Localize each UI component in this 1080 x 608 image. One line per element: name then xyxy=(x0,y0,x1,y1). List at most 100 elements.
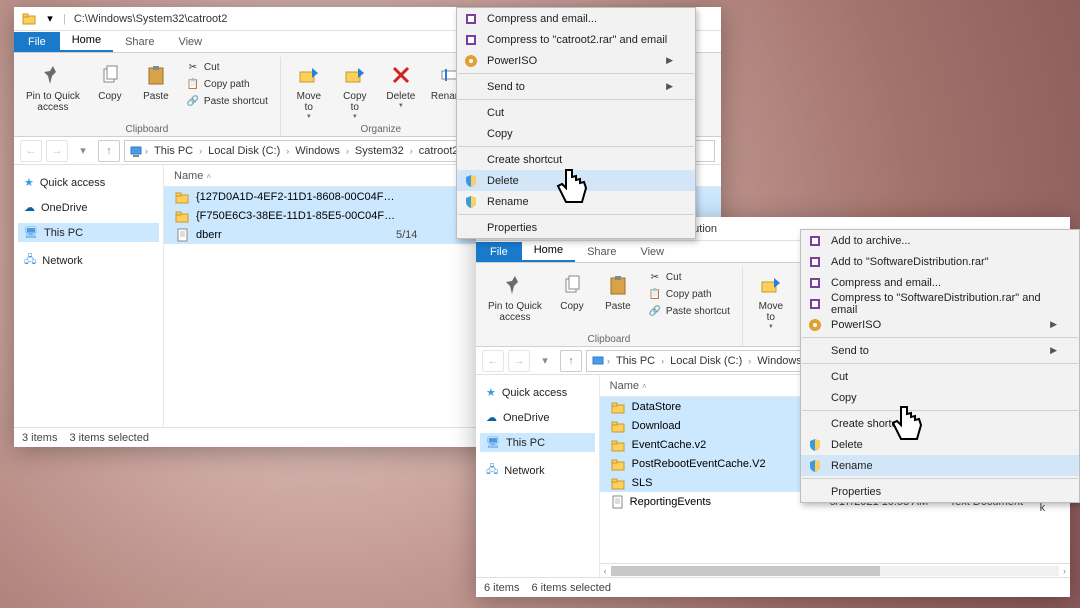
cut-button[interactable]: ✂Cut xyxy=(182,59,272,75)
file-name: {F750E6C3-38EE-11D1-85E5-00C04FC295... xyxy=(196,210,396,222)
menu-item[interactable]: Compress to "catroot2.rar" and email xyxy=(457,29,695,50)
forward-button[interactable]: → xyxy=(508,350,530,372)
shield-icon xyxy=(463,194,479,210)
rar-icon xyxy=(807,275,823,291)
shortcut-icon: 🔗 xyxy=(186,94,200,108)
menu-item[interactable]: Compress and email... xyxy=(457,8,695,29)
paste-shortcut-button[interactable]: 🔗Paste shortcut xyxy=(182,93,272,109)
tab-share[interactable]: Share xyxy=(575,242,628,262)
tab-file[interactable]: File xyxy=(476,242,522,262)
menu-item[interactable]: Delete xyxy=(801,434,1079,455)
menu-item[interactable]: Copy xyxy=(801,387,1079,408)
nav-this-pc[interactable]: 🖥This PC xyxy=(480,433,595,452)
column-name[interactable]: Name ˄ xyxy=(610,380,820,392)
menu-item[interactable]: Add to archive... xyxy=(801,230,1079,251)
menu-item[interactable]: Cut xyxy=(801,366,1079,387)
nav-network[interactable]: 🖧Network xyxy=(18,248,159,273)
menu-label: Rename xyxy=(831,460,873,472)
menu-separator xyxy=(458,99,694,100)
poweriso-icon xyxy=(463,53,479,69)
menu-label: Properties xyxy=(831,486,881,498)
copy-button[interactable]: Copy xyxy=(552,269,592,314)
pin-quick-access-button[interactable]: Pin to Quick access xyxy=(22,59,84,115)
menu-label: Cut xyxy=(487,107,504,119)
folder-icon xyxy=(174,208,190,224)
item-count: 3 items xyxy=(22,432,57,444)
delete-button[interactable]: Delete▼ xyxy=(381,59,421,111)
move-to-button[interactable]: Move to▼ xyxy=(751,269,791,332)
move-to-button[interactable]: Move to▼ xyxy=(289,59,329,122)
recent-dropdown[interactable]: ▾ xyxy=(534,350,556,372)
cut-button[interactable]: ✂Cut xyxy=(644,269,734,285)
nav-quick-access[interactable]: ★Quick access xyxy=(480,383,595,402)
menu-item[interactable]: PowerISO▶ xyxy=(457,50,695,71)
menu-item[interactable]: Create shortcut xyxy=(457,149,695,170)
menu-item[interactable]: Create shortcut xyxy=(801,413,1079,434)
menu-item[interactable]: Copy xyxy=(457,123,695,144)
forward-button[interactable]: → xyxy=(46,140,68,162)
copy-path-icon: 📋 xyxy=(186,77,200,91)
menu-label: Copy xyxy=(487,128,513,140)
pin-quick-access-button[interactable]: Pin to Quick access xyxy=(484,269,546,325)
navigation-pane: ★Quick access ☁OneDrive 🖥This PC 🖧Networ… xyxy=(476,375,600,577)
copy-to-button[interactable]: Copy to▼ xyxy=(335,59,375,122)
copy-path-button[interactable]: 📋Copy path xyxy=(644,286,734,302)
shield-icon xyxy=(463,173,479,189)
copy-path-button[interactable]: 📋Copy path xyxy=(182,76,272,92)
tab-file[interactable]: File xyxy=(14,32,60,52)
back-button[interactable]: ← xyxy=(482,350,504,372)
rar-icon xyxy=(807,254,823,270)
tab-view[interactable]: View xyxy=(628,242,676,262)
menu-item[interactable]: Compress and email... xyxy=(801,272,1079,293)
crumb[interactable]: This PC xyxy=(150,145,197,157)
tab-share[interactable]: Share xyxy=(113,32,166,52)
folder-icon xyxy=(174,189,190,205)
menu-item[interactable]: Send to▶ xyxy=(457,76,695,97)
tab-view[interactable]: View xyxy=(166,32,214,52)
menu-item[interactable]: Rename xyxy=(801,455,1079,476)
menu-label: Add to "SoftwareDistribution.rar" xyxy=(831,256,989,268)
file-icon xyxy=(174,227,190,243)
menu-item[interactable]: Add to "SoftwareDistribution.rar" xyxy=(801,251,1079,272)
paste-button[interactable]: Paste xyxy=(598,269,638,314)
copy-button[interactable]: Copy xyxy=(90,59,130,104)
nav-onedrive[interactable]: ☁OneDrive xyxy=(480,408,595,427)
menu-separator xyxy=(802,410,1078,411)
menu-item[interactable]: Properties xyxy=(457,217,695,238)
recent-dropdown[interactable]: ▾ xyxy=(72,140,94,162)
paste-button[interactable]: Paste xyxy=(136,59,176,104)
nav-quick-access[interactable]: ★Quick access xyxy=(18,173,159,192)
menu-label: Compress and email... xyxy=(831,277,941,289)
nav-network[interactable]: 🖧Network xyxy=(480,458,595,483)
chevron-right-icon: ▶ xyxy=(1050,345,1057,356)
back-button[interactable]: ← xyxy=(20,140,42,162)
menu-label: Delete xyxy=(487,175,519,187)
up-button[interactable]: ↑ xyxy=(98,140,120,162)
menu-item[interactable]: Delete xyxy=(457,170,695,191)
menu-label: Compress to "catroot2.rar" and email xyxy=(487,34,667,46)
network-icon: 🖧 xyxy=(24,251,36,270)
tab-home[interactable]: Home xyxy=(60,30,113,52)
h-scrollbar[interactable]: ‹› xyxy=(600,563,1070,577)
menu-separator xyxy=(458,73,694,74)
menu-label: Create shortcut xyxy=(831,418,906,430)
menu-item[interactable]: Rename xyxy=(457,191,695,212)
chevron-down-icon[interactable]: ▾ xyxy=(41,10,59,28)
menu-item[interactable]: Send to▶ xyxy=(801,340,1079,361)
crumb[interactable]: Local Disk (C:) xyxy=(204,145,284,157)
crumb[interactable]: Windows xyxy=(291,145,344,157)
menu-item[interactable]: Cut xyxy=(457,102,695,123)
nav-onedrive[interactable]: ☁OneDrive xyxy=(18,198,159,217)
tab-home[interactable]: Home xyxy=(522,240,575,262)
column-name[interactable]: Name ˄ xyxy=(174,170,384,182)
up-button[interactable]: ↑ xyxy=(560,350,582,372)
menu-item[interactable]: PowerISO▶ xyxy=(801,314,1079,335)
scissors-icon: ✂ xyxy=(186,60,200,74)
menu-item[interactable]: Properties xyxy=(801,481,1079,502)
menu-item[interactable]: Compress to "SoftwareDistribution.rar" a… xyxy=(801,293,1079,314)
paste-shortcut-button[interactable]: 🔗Paste shortcut xyxy=(644,303,734,319)
crumb[interactable]: System32 xyxy=(351,145,408,157)
clipboard-label: Clipboard xyxy=(14,124,280,135)
shield-icon xyxy=(807,437,823,453)
nav-this-pc[interactable]: 🖥This PC xyxy=(18,223,159,242)
